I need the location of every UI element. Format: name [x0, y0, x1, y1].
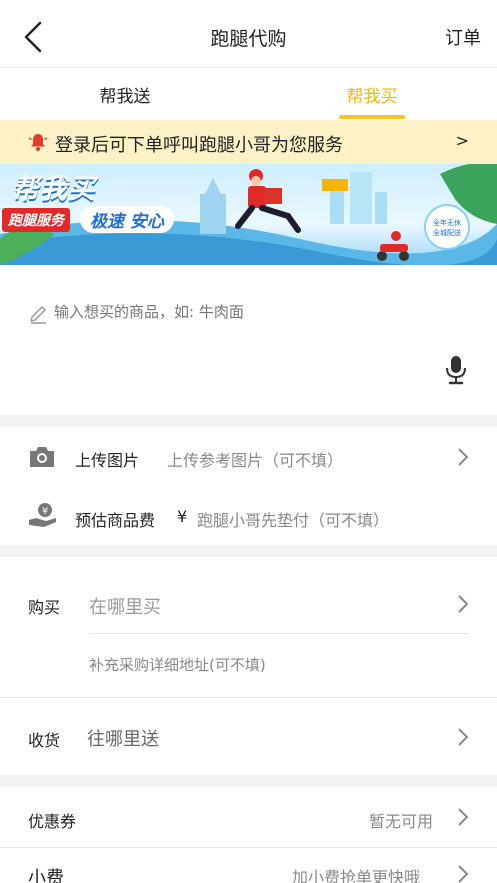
app-header: 跑腿代购 订单: [0, 0, 497, 68]
estimated-cost-label: 预估商品费: [75, 511, 156, 530]
page-title: 跑腿代购: [210, 28, 287, 50]
coupon-value: 暂无可用: [369, 812, 434, 831]
chevron-right-icon: [458, 808, 469, 826]
login-notice-bar[interactable]: 登录后可下单呼叫跑腿小哥为您服务 >: [0, 120, 497, 164]
tab-bar: 帮我送 帮我买: [0, 68, 497, 120]
tip-row[interactable]: 小费 加小费抢单更快哦: [0, 848, 497, 883]
fees-section: 优惠券 暂无可用 小费 加小费抢单更快哦: [0, 787, 497, 883]
bell-icon: [28, 134, 48, 151]
upload-section: 上传图片 上传参考图片（可不填） ¥ 预估商品费 ¥ 跑腿小哥先垫付（可不填）: [0, 427, 497, 545]
tab-help-send[interactable]: 帮我送: [55, 82, 195, 107]
camera-icon: [30, 447, 54, 467]
pencil-icon: [30, 306, 46, 324]
promo-banner[interactable]: 帮我买 跑腿服务 极速 安心 全年无休 全城配送: [0, 164, 497, 265]
notice-text: 登录后可下单呼叫跑腿小哥为您服务: [55, 135, 343, 156]
buy-address-detail-input[interactable]: 补充采购详细地址(可不填): [89, 654, 266, 675]
estimated-cost-hint: 跑腿小哥先垫付（可不填）: [197, 511, 390, 530]
chevron-right-icon: [458, 728, 469, 746]
coupon-row[interactable]: 优惠券 暂无可用: [0, 787, 497, 847]
upload-image-hint: 上传参考图片（可不填）: [167, 451, 344, 470]
banner-badge-line1: 全年无休: [433, 219, 461, 227]
microphone-icon[interactable]: [444, 355, 468, 385]
receive-label: 收货: [28, 731, 61, 750]
tip-label: 小费: [28, 868, 64, 883]
banner-title: 帮我买: [12, 174, 96, 205]
upload-image-row[interactable]: 上传图片 上传参考图片（可不填）: [0, 427, 497, 487]
tip-value: 加小费抢单更快哦: [292, 868, 421, 883]
coupon-label: 优惠券: [28, 812, 77, 831]
chevron-right-icon: [458, 595, 469, 613]
estimated-cost-row[interactable]: ¥ 预估商品费 ¥ 跑腿小哥先垫付（可不填）: [0, 487, 497, 545]
receive-location-row[interactable]: 收货 往哪里送: [0, 698, 497, 775]
money-hand-icon: ¥: [29, 503, 56, 527]
divider: [89, 633, 469, 634]
currency-symbol: ¥: [177, 507, 188, 526]
chevron-right-icon: [458, 448, 469, 466]
banner-speed-tag: 极速 安心: [80, 206, 174, 233]
orders-button[interactable]: 订单: [445, 24, 481, 50]
item-description-input[interactable]: [54, 303, 434, 321]
banner-badge: 全年无休 全城配送: [424, 204, 470, 250]
buy-location-row[interactable]: 购买 在哪里买: [0, 557, 497, 633]
chevron-right-icon: [458, 865, 469, 883]
tab-help-buy[interactable]: 帮我买: [302, 82, 442, 107]
upload-image-label: 上传图片: [75, 451, 140, 470]
banner-service-tag: 跑腿服务: [2, 208, 70, 232]
active-tab-indicator: [339, 115, 405, 119]
item-input-section: [0, 265, 497, 415]
address-section: 购买 在哪里买 补充采购详细地址(可不填) 收货 往哪里送: [0, 557, 497, 775]
svg-text:¥: ¥: [42, 506, 48, 517]
buy-label: 购买: [28, 598, 61, 617]
receive-location-input[interactable]: 往哪里送: [87, 725, 159, 751]
notice-arrow-icon: >: [455, 131, 469, 150]
buy-location-input[interactable]: 在哪里买: [89, 593, 161, 619]
banner-badge-line2: 全城配送: [433, 229, 461, 237]
